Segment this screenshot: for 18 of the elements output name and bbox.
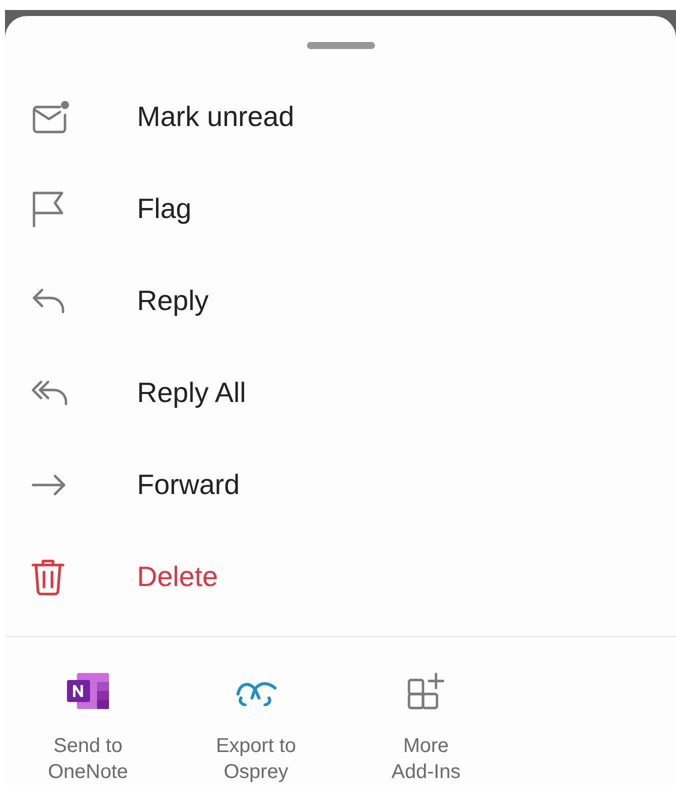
flag-icon <box>31 190 65 228</box>
add-in-button[interactable]: More Add-Ins <box>341 671 511 785</box>
forward-icon <box>31 474 67 496</box>
drag-handle[interactable] <box>306 42 374 49</box>
add-in-button[interactable]: Export to Osprey <box>171 671 341 785</box>
menu-item[interactable]: Mark unread <box>5 71 676 163</box>
menu-item[interactable]: Reply <box>5 255 676 347</box>
menu-item[interactable]: Reply All <box>5 347 676 439</box>
add-grid-icon <box>407 672 445 710</box>
menu-item[interactable]: Delete <box>5 531 676 623</box>
mail-icon <box>31 100 71 134</box>
notebook-app-icon <box>67 673 109 709</box>
add-in-button[interactable]: Send to OneNote <box>5 671 171 785</box>
menu-item[interactable]: Flag <box>5 163 676 255</box>
menu-item[interactable]: Forward <box>5 439 676 531</box>
reply-icon <box>31 288 67 314</box>
trash-icon <box>31 558 65 596</box>
reply-all-icon <box>31 380 69 406</box>
